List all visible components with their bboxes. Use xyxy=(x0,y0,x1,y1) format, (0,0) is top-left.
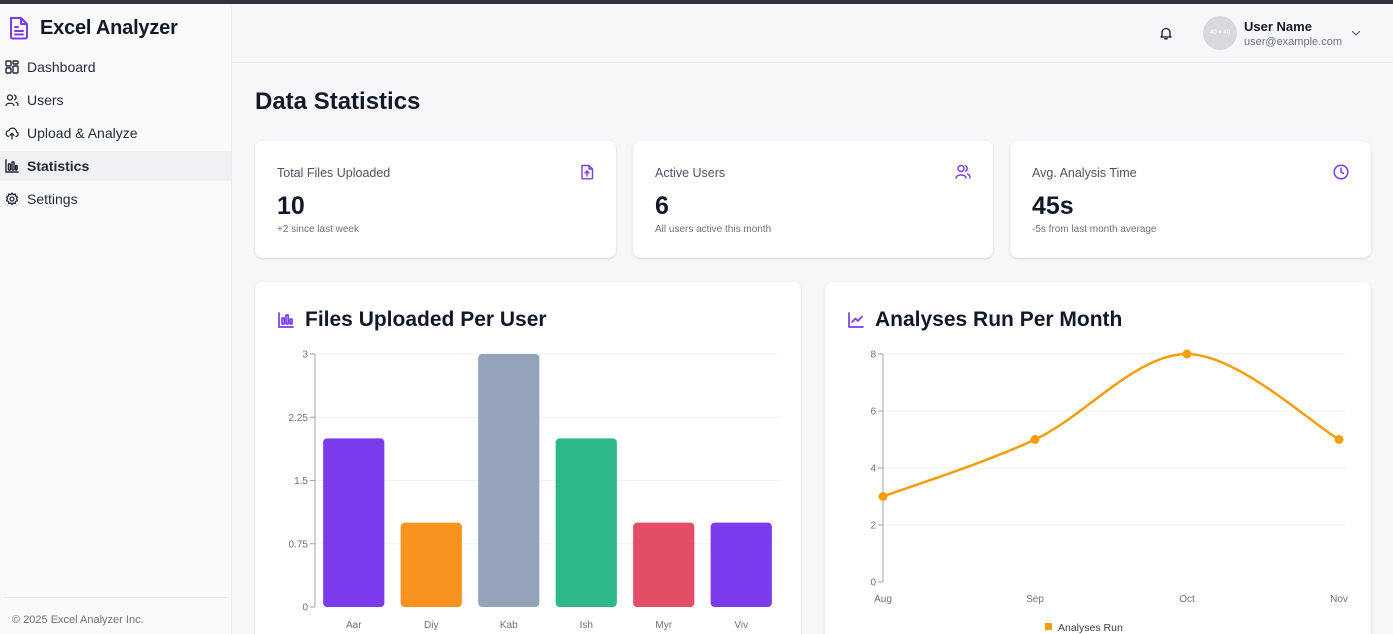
top-header: 40 × 40 User Name user@example.com xyxy=(233,4,1393,63)
data-point xyxy=(1182,349,1192,359)
stat-value: 45s xyxy=(1032,192,1074,220)
y-tick-label: 4 xyxy=(870,464,876,475)
bar-chart-icon xyxy=(5,159,19,173)
bar xyxy=(633,522,695,607)
x-tick-label: Oct xyxy=(1179,594,1195,605)
x-tick-label: Kab xyxy=(500,620,518,631)
stat-label: Avg. Analysis Time xyxy=(1032,166,1137,180)
user-email: user@example.com xyxy=(1244,36,1342,48)
bar xyxy=(400,522,462,607)
chart-card-files-per-user: Files Uploaded Per User 0 0.75 1.5 2.25 3 Aar… xyxy=(255,282,801,634)
y-tick-label: 3 xyxy=(302,350,308,361)
stat-subtext: +2 since last week xyxy=(277,224,359,235)
file-icon xyxy=(581,164,594,180)
x-tick-label: Aar xyxy=(346,620,362,631)
series-line xyxy=(882,352,1340,498)
data-point xyxy=(1334,435,1344,444)
sidebar-item-label: Upload & Analyze xyxy=(27,125,138,141)
legend-label: Analyses Run xyxy=(1058,622,1123,634)
sidebar: Excel Analyzer Dashboard Users Upload & … xyxy=(0,4,232,634)
line-chart: 0 2 4 6 8 Aug Sep Oct Nov Analyses Run xyxy=(870,349,1348,634)
stat-card-active-users: Active Users 6 All users active this mon… xyxy=(633,141,993,258)
stat-subtext: All users active this month xyxy=(655,224,772,235)
x-tick-label: Viv xyxy=(734,620,748,631)
y-tick-label: 2 xyxy=(870,521,876,532)
bar xyxy=(323,438,385,607)
brand[interactable]: Excel Analyzer xyxy=(8,16,178,40)
sidebar-item-label: Dashboard xyxy=(27,59,96,75)
stat-label: Total Files Uploaded xyxy=(277,166,391,180)
sidebar-item-label: Statistics xyxy=(27,158,90,174)
x-tick-label: Ish xyxy=(580,620,593,631)
page-title: Data Statistics xyxy=(255,88,421,115)
stat-card-total-files: Total Files Uploaded 10 +2 since last we… xyxy=(255,141,616,258)
y-tick-label: 0 xyxy=(302,603,308,614)
sidebar-item-label: Users xyxy=(27,92,64,108)
y-tick-label: 8 xyxy=(870,350,876,361)
stat-subtext: -5s from last month average xyxy=(1032,224,1157,235)
x-tick-label: Diy xyxy=(424,620,438,631)
stat-value: 10 xyxy=(277,192,305,220)
sidebar-item-statistics[interactable]: Statistics xyxy=(0,151,231,181)
gear-icon xyxy=(5,192,19,206)
y-tick-label: 1.5 xyxy=(294,476,308,487)
bar-chart: 0 0.75 1.5 2.25 3 Aar Diy Kab Ish Myr Viv xyxy=(289,350,780,631)
users-icon xyxy=(955,164,971,179)
sidebar-nav: Dashboard Users Upload & Analyze Statist… xyxy=(0,52,231,217)
sidebar-item-settings[interactable]: Settings xyxy=(0,184,231,214)
chart-card-analyses-per-month: Analyses Run Per Month 0 2 4 6 8 Aug Sep Oct Nov… xyxy=(825,282,1371,634)
stat-card-avg-analysis-time: Avg. Analysis Time 45s -5s from last mon… xyxy=(1010,141,1371,258)
copyright-footer: © 2025 Excel Analyzer Inc. xyxy=(4,597,228,634)
stat-value: 6 xyxy=(655,192,669,220)
chevron-down-icon[interactable] xyxy=(1351,30,1361,37)
stat-label: Active Users xyxy=(655,166,726,180)
sidebar-item-users[interactable]: Users xyxy=(0,85,231,115)
y-tick-label: 0 xyxy=(870,578,876,589)
x-tick-label: Nov xyxy=(1330,594,1348,605)
app-title: Excel Analyzer xyxy=(40,16,178,39)
sidebar-item-label: Settings xyxy=(27,191,78,207)
data-point xyxy=(1030,435,1040,444)
bell-icon[interactable] xyxy=(1159,26,1173,40)
user-name[interactable]: User Name xyxy=(1244,19,1312,34)
bar xyxy=(710,522,772,607)
users-icon xyxy=(5,94,19,107)
sidebar-item-dashboard[interactable]: Dashboard xyxy=(0,52,231,82)
x-tick-label: Myr xyxy=(655,620,672,631)
cloud-upload-icon xyxy=(5,127,19,140)
y-tick-label: 6 xyxy=(870,407,876,418)
y-tick-label: 0.75 xyxy=(289,539,309,550)
y-tick-label: 2.25 xyxy=(289,413,309,424)
avatar[interactable]: 40 × 40 xyxy=(1203,16,1237,50)
bar xyxy=(478,354,540,607)
clock-icon xyxy=(1333,164,1349,180)
x-tick-label: Aug xyxy=(874,594,892,605)
legend-swatch xyxy=(1045,623,1052,630)
data-point xyxy=(878,492,888,501)
bar xyxy=(555,438,617,607)
dashboard-grid-icon xyxy=(5,60,19,74)
document-logo-icon xyxy=(10,17,28,40)
legend: Analyses Run xyxy=(1045,622,1123,634)
x-tick-label: Sep xyxy=(1026,594,1044,605)
sidebar-item-upload-analyze[interactable]: Upload & Analyze xyxy=(0,118,231,148)
